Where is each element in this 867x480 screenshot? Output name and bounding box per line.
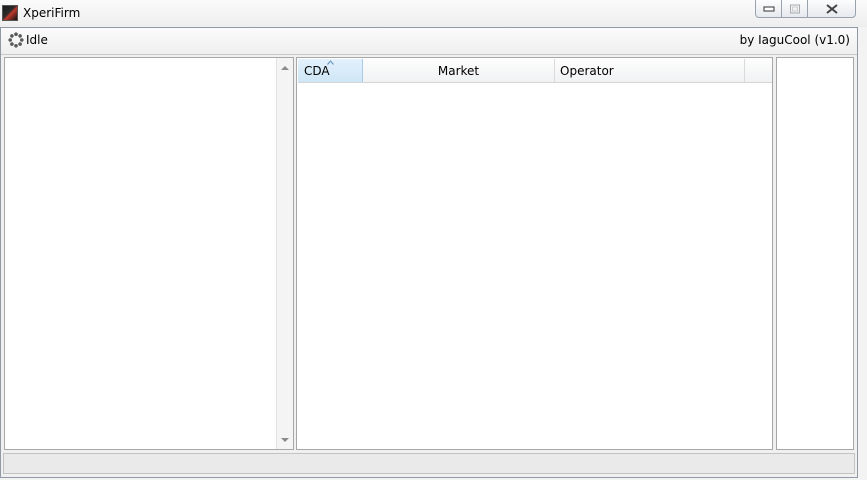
sort-ascending-icon (327, 60, 334, 65)
close-icon (825, 3, 838, 14)
close-button[interactable] (808, 0, 856, 18)
status-label: Idle (26, 33, 48, 47)
column-header-operator[interactable]: Operator (555, 59, 745, 82)
column-label: CDA (304, 64, 330, 78)
device-list-panel[interactable] (4, 57, 294, 450)
column-label: Market (437, 64, 480, 78)
spinner-icon (8, 32, 24, 48)
details-panel[interactable] (776, 57, 854, 450)
maximize-button[interactable] (782, 0, 808, 18)
credit-label: by IaguCool (v1.0) (739, 33, 850, 47)
column-header-filler (745, 59, 772, 82)
title-bar: XperiFirm (0, 0, 867, 27)
scroll-up-icon[interactable] (281, 64, 289, 72)
app-icon (2, 5, 18, 21)
window-title: XperiFirm (23, 6, 81, 20)
minimize-icon (763, 6, 774, 11)
table-header: CDA Market Operator (298, 59, 772, 83)
column-label: Operator (560, 64, 614, 78)
toolbar: Idle by IaguCool (v1.0) (1, 28, 857, 55)
column-header-cda[interactable]: CDA (298, 59, 363, 82)
scroll-down-icon[interactable] (281, 436, 289, 444)
column-header-market[interactable]: Market (363, 59, 555, 82)
firmware-table[interactable]: CDA Market Operator (296, 57, 773, 450)
minimize-button[interactable] (755, 0, 782, 18)
maximize-icon (789, 4, 800, 13)
vertical-scrollbar[interactable] (276, 58, 293, 449)
status-bar (3, 453, 855, 474)
